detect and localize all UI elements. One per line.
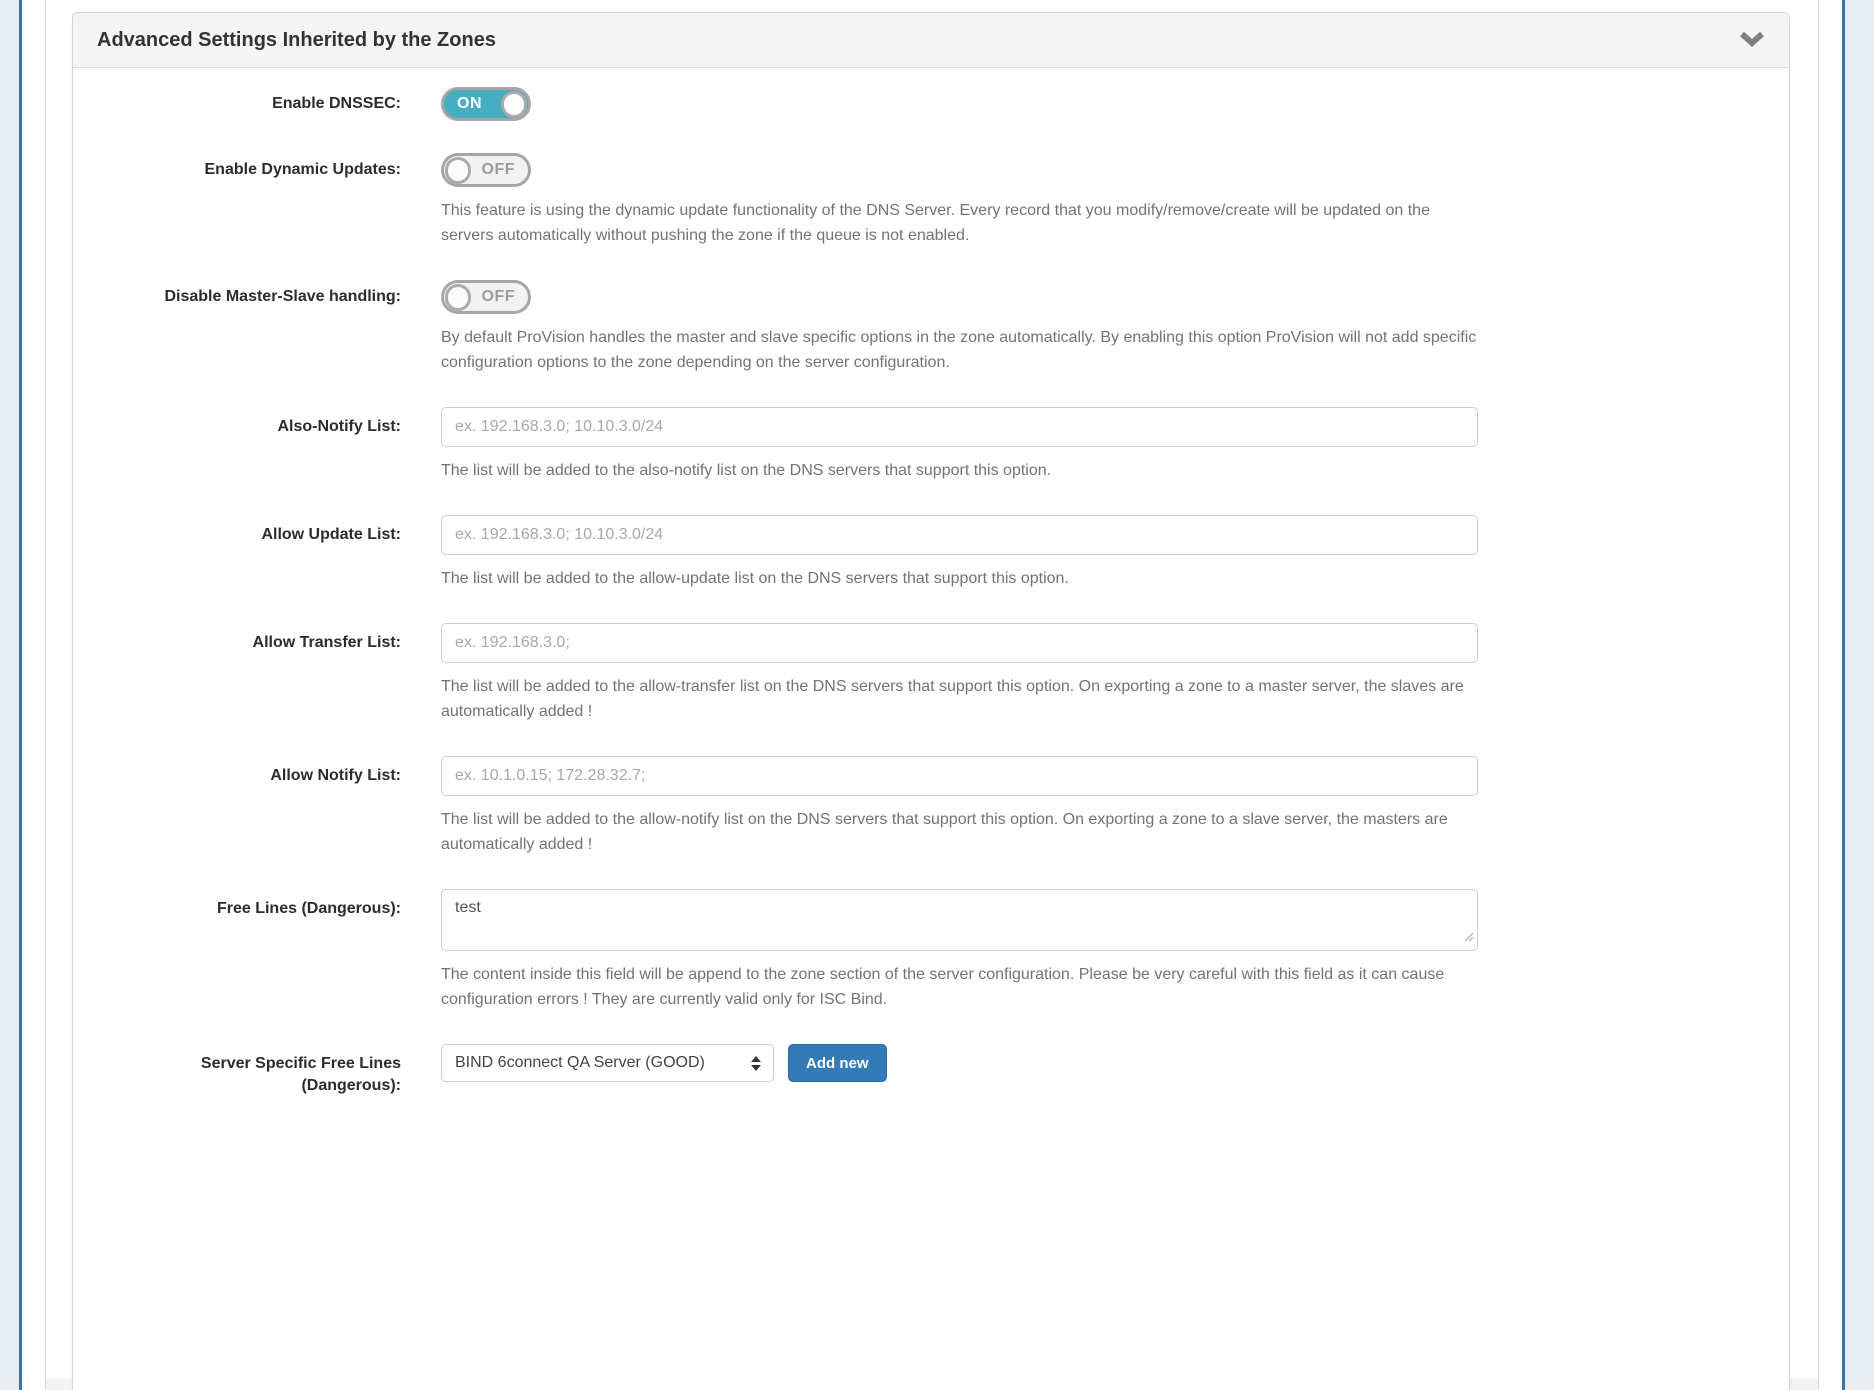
server-specific-free-lines-label: Server Specific Free Lines (Dangerous): — [73, 1044, 401, 1097]
enable-dnssec-label: Enable DNSSEC: — [73, 87, 401, 121]
free-lines-textarea[interactable]: test — [441, 889, 1478, 951]
allow-transfer-list-label: Allow Transfer List: — [73, 623, 401, 724]
row-also-notify-list: Also-Notify List: The list will be added… — [73, 407, 1789, 483]
resize-grip-icon[interactable] — [1463, 929, 1474, 947]
allow-notify-list-input[interactable] — [441, 756, 1478, 796]
row-enable-dynamic-updates: Enable Dynamic Updates: OFF This feature… — [73, 153, 1789, 248]
allow-transfer-list-help: The list will be added to the allow-tran… — [441, 674, 1478, 724]
enable-dynamic-updates-help: This feature is using the dynamic update… — [441, 198, 1478, 248]
panel-body: Enable DNSSEC: ON Enable Dynamic Updates… — [73, 68, 1789, 1390]
enable-dynamic-updates-toggle[interactable]: OFF — [441, 153, 531, 187]
chevron-down-icon[interactable] — [1739, 32, 1765, 48]
toggle-off-label: OFF — [482, 161, 516, 179]
advanced-settings-panel: Advanced Settings Inherited by the Zones… — [72, 12, 1790, 1390]
row-allow-update-list: Allow Update List: The list will be adde… — [73, 515, 1789, 591]
row-server-specific-free-lines: Server Specific Free Lines (Dangerous): … — [73, 1044, 1789, 1097]
free-lines-help: The content inside this field will be ap… — [441, 962, 1478, 1012]
disable-master-slave-toggle[interactable]: OFF — [441, 280, 531, 314]
also-notify-list-help: The list will be added to the also-notif… — [441, 458, 1478, 483]
enable-dnssec-toggle[interactable]: ON — [441, 87, 531, 121]
allow-notify-list-help: The list will be added to the allow-noti… — [441, 807, 1478, 857]
toggle-knob — [445, 284, 471, 311]
toggle-off-label: OFF — [482, 288, 516, 306]
row-allow-notify-list: Allow Notify List: The list will be adde… — [73, 756, 1789, 857]
page-background-left — [0, 0, 19, 1390]
allow-update-list-label: Allow Update List: — [73, 515, 401, 591]
row-free-lines: Free Lines (Dangerous): test The content… — [73, 889, 1789, 1012]
toggle-knob — [445, 157, 471, 184]
outer-panel-border-left — [19, 0, 22, 1390]
page-background-right — [1845, 0, 1874, 1390]
allow-update-list-input[interactable] — [441, 515, 1478, 555]
also-notify-list-label: Also-Notify List: — [73, 407, 401, 483]
disable-master-slave-help: By default ProVision handles the master … — [441, 325, 1478, 375]
enable-dynamic-updates-label: Enable Dynamic Updates: — [73, 153, 401, 248]
add-new-button[interactable]: Add new — [788, 1044, 887, 1082]
free-lines-label: Free Lines (Dangerous): — [73, 889, 401, 1012]
toggle-knob — [501, 91, 527, 118]
panel-title: Advanced Settings Inherited by the Zones — [97, 29, 496, 52]
toggle-on-label: ON — [457, 95, 482, 113]
allow-update-list-help: The list will be added to the allow-upda… — [441, 566, 1478, 591]
allow-notify-list-label: Allow Notify List: — [73, 756, 401, 857]
server-select-value: BIND 6connect QA Server (GOOD) — [455, 1054, 705, 1072]
inner-container-border-right — [1818, 0, 1819, 1390]
select-arrows-icon — [751, 1056, 761, 1071]
server-select[interactable]: BIND 6connect QA Server (GOOD) — [441, 1044, 774, 1082]
also-notify-list-input[interactable] — [441, 407, 1478, 447]
allow-transfer-list-input[interactable] — [441, 623, 1478, 663]
row-allow-transfer-list: Allow Transfer List: The list will be ad… — [73, 623, 1789, 724]
row-disable-master-slave: Disable Master-Slave handling: OFF By de… — [73, 280, 1789, 375]
panel-header[interactable]: Advanced Settings Inherited by the Zones — [73, 13, 1789, 68]
inner-container-border-left — [45, 0, 46, 1390]
disable-master-slave-label: Disable Master-Slave handling: — [73, 280, 401, 375]
row-enable-dnssec: Enable DNSSEC: ON — [73, 87, 1789, 121]
